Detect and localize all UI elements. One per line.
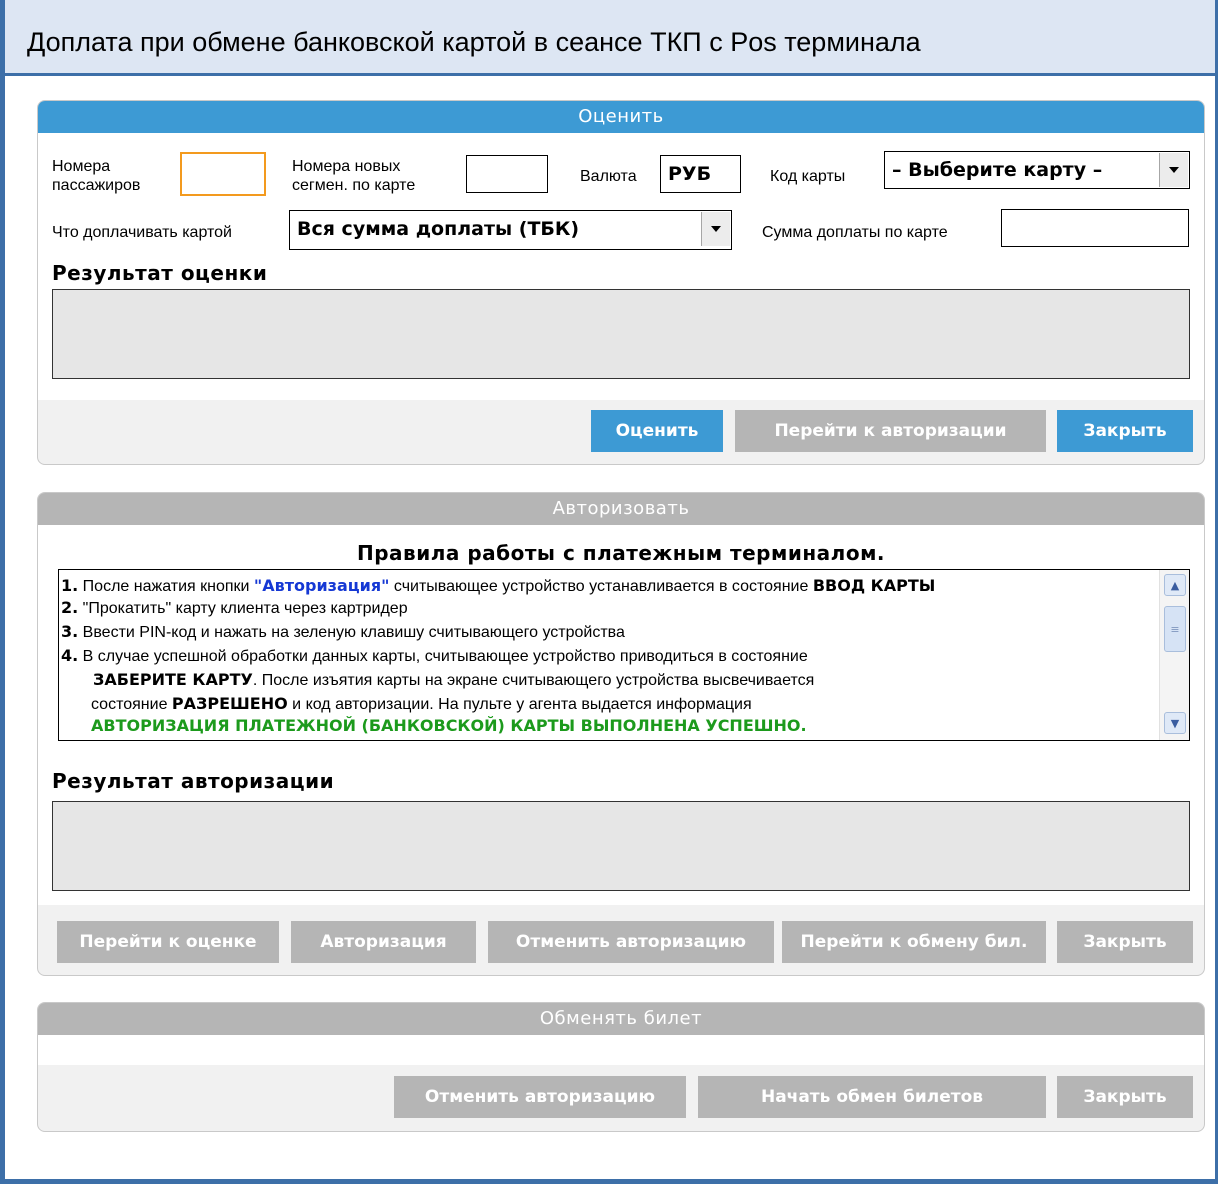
rule-4-success: АВТОРИЗАЦИЯ ПЛАТЕЖНОЙ (БАНКОВСКОЙ) КАРТЫ…	[91, 716, 807, 735]
exchange-panel: Обменять билет Отменить авторизацию Нача…	[37, 1002, 1205, 1132]
currency-label: Валюта	[580, 168, 637, 185]
evaluate-body: Номера пассажиров Номера новых сегмен. п…	[38, 133, 1204, 400]
rules-title: Правила работы с платежным терминалом.	[356, 541, 886, 565]
window-title: Доплата при обмене банковской картой в с…	[27, 27, 921, 57]
segments-input[interactable]	[466, 155, 548, 193]
authorize-body: Правила работы с платежным терминалом. 1…	[38, 525, 1204, 905]
pay-what-label: Что доплачивать картой	[52, 224, 232, 241]
cancel-authorization-button[interactable]: Отменить авторизацию	[394, 1076, 686, 1118]
exchange-body	[38, 1035, 1204, 1065]
authorize-header: Авторизовать	[38, 493, 1204, 525]
card-sum-label: Сумма доплаты по карте	[762, 224, 948, 241]
card-code-select[interactable]: – Выберите карту –	[884, 151, 1190, 189]
close-button[interactable]: Закрыть	[1057, 410, 1193, 452]
dialog-window: Доплата при обмене банковской картой в с…	[0, 0, 1218, 1184]
rules-textbox[interactable]: 1. После нажатия кнопки "Авторизация" сч…	[58, 569, 1190, 741]
rules-scrollbar[interactable]: ▲ ≡ ▼	[1159, 570, 1189, 740]
cancel-authorization-button[interactable]: Отменить авторизацию	[488, 921, 774, 963]
rule-4-cont-1: ЗАБЕРИТЕ КАРТУ. После изъятия карты на э…	[93, 670, 815, 689]
authorize-result-title: Результат авторизации	[52, 769, 335, 793]
card-code-label: Код карты	[770, 168, 846, 185]
chevron-down-icon[interactable]	[701, 212, 730, 246]
close-button[interactable]: Закрыть	[1057, 1076, 1193, 1118]
start-exchange-button[interactable]: Начать обмен билетов	[698, 1076, 1046, 1118]
evaluate-header: Оценить	[38, 101, 1204, 133]
arrow-down-icon[interactable]: ▼	[1164, 712, 1186, 734]
currency-field[interactable]: РУБ	[660, 155, 741, 193]
passengers-label: Номера пассажиров	[52, 158, 141, 194]
close-button[interactable]: Закрыть	[1057, 921, 1193, 963]
evaluate-panel: Оценить Номера пассажиров Номера новых с…	[37, 100, 1205, 465]
go-to-evaluate-button[interactable]: Перейти к оценке	[57, 921, 279, 963]
go-to-authorization-button[interactable]: Перейти к авторизации	[735, 410, 1046, 452]
pay-what-value: Вся сумма доплаты (ТБК)	[297, 218, 580, 240]
exchange-header: Обменять билет	[38, 1003, 1204, 1035]
evaluate-result-box	[52, 289, 1190, 379]
evaluate-button[interactable]: Оценить	[591, 410, 723, 452]
chevron-down-icon[interactable]	[1159, 153, 1188, 187]
authorization-button[interactable]: Авторизация	[291, 921, 476, 963]
segments-label: Номера новых сегмен. по карте	[292, 158, 416, 194]
grip-icon[interactable]: ≡	[1164, 606, 1186, 652]
go-to-exchange-button[interactable]: Перейти к обмену бил.	[782, 921, 1046, 963]
rule-3: 3. Ввести PIN-код и нажать на зеленую кл…	[61, 622, 625, 641]
authorize-result-box	[52, 801, 1190, 891]
card-sum-input[interactable]	[1001, 209, 1189, 247]
authorize-panel: Авторизовать Правила работы с платежным …	[37, 492, 1205, 976]
passengers-input[interactable]	[180, 152, 266, 196]
title-bar: Доплата при обмене банковской картой в с…	[5, 0, 1215, 76]
arrow-up-icon[interactable]: ▲	[1164, 574, 1186, 596]
pay-what-select[interactable]: Вся сумма доплаты (ТБК)	[289, 210, 732, 250]
card-code-value: – Выберите карту –	[892, 159, 1103, 181]
evaluate-result-title: Результат оценки	[52, 261, 268, 285]
rule-4: 4. В случае успешной обработки данных ка…	[61, 646, 808, 665]
rule-2: 2. "Прокатить" карту клиента через картр…	[61, 598, 408, 617]
